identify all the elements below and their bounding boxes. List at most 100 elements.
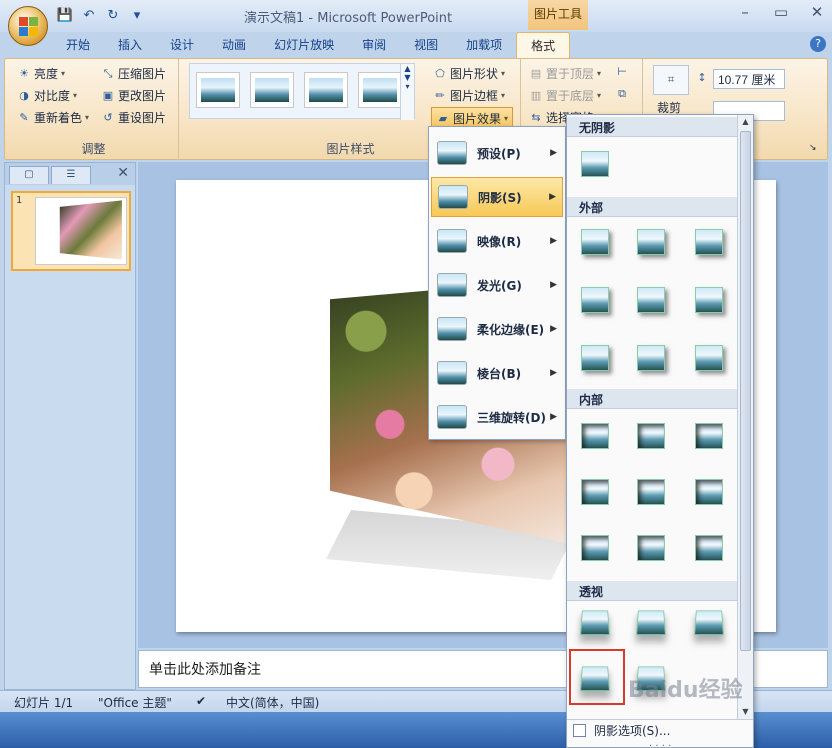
scroll-up-icon[interactable]: ▲ bbox=[738, 115, 753, 129]
scroll-thumb[interactable] bbox=[740, 131, 751, 651]
tab-design[interactable]: 设计 bbox=[156, 32, 208, 58]
shadow-option-perspective[interactable] bbox=[693, 609, 725, 639]
minimize-button[interactable]: – bbox=[734, 2, 756, 22]
tab-add-ins[interactable]: 加载项 bbox=[452, 32, 516, 58]
contrast-icon: ◑ bbox=[19, 88, 29, 102]
shadow-option-inner[interactable] bbox=[637, 535, 667, 565]
slides-pane: ▢ ☰ ✕ 1 bbox=[4, 162, 136, 690]
sun-icon: ☀ bbox=[19, 66, 29, 80]
shadow-option-outer[interactable] bbox=[637, 345, 667, 375]
bring-to-front-button[interactable]: ▤ 置于顶层 ▾ bbox=[529, 65, 601, 82]
picture-border-button[interactable]: ✏ 图片边框 ▾ bbox=[433, 87, 505, 104]
align-icon[interactable]: ⊢ bbox=[615, 65, 629, 79]
shadow-option-none[interactable] bbox=[581, 151, 611, 181]
shadow-option-outer[interactable] bbox=[695, 345, 725, 375]
shadow-option-perspective[interactable] bbox=[579, 609, 611, 639]
slide-thumbnail[interactable]: 1 bbox=[11, 191, 131, 271]
office-logo-icon bbox=[19, 17, 39, 37]
redo-icon[interactable]: ↻ bbox=[104, 7, 122, 25]
crop-icon[interactable]: ⌗ bbox=[653, 65, 689, 95]
style-thumb[interactable] bbox=[304, 72, 348, 108]
tab-format[interactable]: 格式 bbox=[516, 32, 571, 58]
shadow-option-inner[interactable] bbox=[581, 479, 611, 509]
shadow-options-menu-item[interactable]: 阴影选项(S)... bbox=[567, 719, 753, 741]
resize-grip-icon[interactable]: · · · · bbox=[649, 741, 671, 748]
menu-item-shadow[interactable]: 阴影(S) ▶ bbox=[431, 177, 563, 217]
customize-qat-icon[interactable]: ▾ bbox=[128, 7, 146, 25]
menu-item-bevel[interactable]: 棱台(B) ▶ bbox=[431, 353, 563, 393]
tab-view[interactable]: 视图 bbox=[400, 32, 452, 58]
shadow-option-outer[interactable] bbox=[637, 229, 667, 259]
slides-tab[interactable]: ▢ bbox=[9, 166, 49, 184]
reset-picture-button[interactable]: ↺ 重设图片 bbox=[101, 109, 166, 126]
shadow-option-outer[interactable] bbox=[581, 229, 611, 259]
status-theme: "Office 主题" bbox=[98, 696, 172, 710]
gallery-scroll[interactable]: ▲ ▼ ▾ bbox=[400, 64, 414, 120]
office-button[interactable] bbox=[8, 6, 48, 46]
undo-icon[interactable]: ↶ bbox=[80, 7, 98, 25]
compress-pictures-button[interactable]: ⤡ 压缩图片 bbox=[101, 65, 166, 82]
glow-icon bbox=[437, 273, 467, 297]
size-dialog-launcher[interactable]: ↘ bbox=[809, 143, 817, 153]
shadow-option-inner[interactable] bbox=[695, 479, 725, 509]
picture-effects-menu: 预设(P) ▶ 阴影(S) ▶ 映像(R) ▶ 发光(G) ▶ 柔化边缘(E) … bbox=[428, 126, 566, 440]
spellcheck-icon[interactable]: ✔ bbox=[196, 694, 206, 708]
scroll-down-icon[interactable]: ▼ bbox=[738, 705, 753, 719]
title-bar: 💾 ↶ ↻ ▾ 演示文稿1 - Microsoft PowerPoint 图片工… bbox=[0, 0, 832, 32]
menu-item-3d-rotation[interactable]: 三维旋转(D) ▶ bbox=[431, 397, 563, 437]
style-thumb[interactable] bbox=[358, 72, 402, 108]
close-button[interactable]: ✕ bbox=[806, 2, 828, 22]
window-controls: – ▭ ✕ bbox=[734, 2, 828, 22]
recolor-button[interactable]: ✎ 重新着色 ▾ bbox=[17, 109, 89, 126]
picture-style-gallery[interactable]: ▲ ▼ ▾ bbox=[189, 63, 415, 120]
shadow-option-inner[interactable] bbox=[581, 423, 611, 453]
shadow-option-perspective[interactable] bbox=[635, 609, 667, 639]
change-picture-button[interactable]: ▣ 更改图片 bbox=[101, 87, 166, 104]
shadow-icon bbox=[438, 185, 468, 209]
picture-shape-button[interactable]: ⬠ 图片形状 ▾ bbox=[433, 65, 505, 82]
tab-animations[interactable]: 动画 bbox=[208, 32, 260, 58]
menu-item-reflection[interactable]: 映像(R) ▶ bbox=[431, 221, 563, 261]
window-title: 演示文稿1 - Microsoft PowerPoint bbox=[244, 11, 453, 26]
reset-picture-icon: ↺ bbox=[103, 110, 113, 124]
tab-home[interactable]: 开始 bbox=[52, 32, 104, 58]
menu-item-preset[interactable]: 预设(P) ▶ bbox=[431, 133, 563, 173]
reflection-icon bbox=[437, 229, 467, 253]
tab-slide-show[interactable]: 幻灯片放映 bbox=[260, 32, 348, 58]
brightness-button[interactable]: ☀ 亮度 ▾ bbox=[17, 65, 65, 82]
maximize-button[interactable]: ▭ bbox=[770, 2, 792, 22]
style-thumb[interactable] bbox=[196, 72, 240, 108]
outline-tab[interactable]: ☰ bbox=[51, 166, 91, 184]
status-language: 中文(简体，中国) bbox=[226, 696, 320, 710]
shadow-option-inner[interactable] bbox=[637, 479, 667, 509]
slide-number: 1 bbox=[16, 195, 23, 206]
gallery-scrollbar[interactable]: ▲ ▼ bbox=[737, 115, 753, 719]
contrast-button[interactable]: ◑ 对比度 ▾ bbox=[17, 87, 77, 104]
shadow-option-outer[interactable] bbox=[637, 287, 667, 317]
bring-front-icon: ▤ bbox=[530, 66, 542, 80]
save-icon[interactable]: 💾 bbox=[56, 7, 74, 25]
shadow-option-inner[interactable] bbox=[695, 535, 725, 565]
section-inner: 内部 bbox=[567, 389, 737, 409]
shadow-option-inner[interactable] bbox=[581, 535, 611, 565]
tab-insert[interactable]: 插入 bbox=[104, 32, 156, 58]
shadow-option-outer[interactable] bbox=[581, 345, 611, 375]
help-icon[interactable]: ? bbox=[810, 36, 826, 52]
selected-option-highlight bbox=[569, 649, 625, 705]
shadow-option-outer[interactable] bbox=[695, 287, 725, 317]
style-thumb[interactable] bbox=[250, 72, 294, 108]
group-icon[interactable]: ⧉ bbox=[615, 87, 629, 101]
shadow-option-inner[interactable] bbox=[637, 423, 667, 453]
shadow-option-inner[interactable] bbox=[695, 423, 725, 453]
close-pane-icon[interactable]: ✕ bbox=[117, 165, 129, 181]
shadow-option-outer[interactable] bbox=[695, 229, 725, 259]
menu-item-glow[interactable]: 发光(G) ▶ bbox=[431, 265, 563, 305]
height-input[interactable] bbox=[713, 69, 785, 89]
height-icon: ↕ bbox=[697, 71, 707, 84]
tab-review[interactable]: 审阅 bbox=[348, 32, 400, 58]
status-slide-count: 幻灯片 1/1 bbox=[14, 696, 74, 710]
menu-item-soft-edges[interactable]: 柔化边缘(E) ▶ bbox=[431, 309, 563, 349]
change-picture-icon: ▣ bbox=[102, 88, 114, 102]
shadow-option-outer[interactable] bbox=[581, 287, 611, 317]
send-to-back-button[interactable]: ▥ 置于底层 ▾ bbox=[529, 87, 601, 104]
